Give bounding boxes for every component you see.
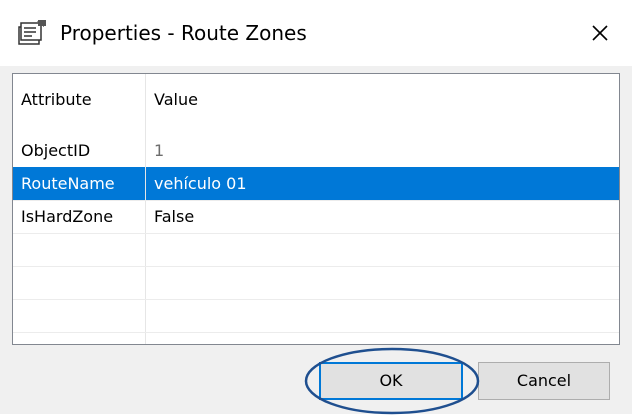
ok-button[interactable]: OK: [319, 362, 463, 400]
value-cell[interactable]: vehículo 01: [146, 167, 619, 200]
empty-row: [13, 299, 619, 333]
column-header-value: Value: [154, 90, 198, 109]
grid-row-objectid[interactable]: ObjectID 1: [13, 134, 619, 168]
grid-row-ishardzone[interactable]: IsHardZone False: [13, 200, 619, 234]
grid-row-routename[interactable]: RouteName vehículo 01: [13, 167, 619, 201]
empty-row: [13, 332, 619, 344]
value-cell: 1: [154, 141, 165, 160]
close-icon[interactable]: [580, 14, 620, 52]
column-header-attribute: Attribute: [21, 90, 92, 109]
attribute-cell: IsHardZone: [21, 207, 114, 226]
attribute-cell: RouteName: [13, 167, 145, 200]
title-bar[interactable]: Properties - Route Zones: [0, 0, 632, 66]
empty-row: [13, 233, 619, 267]
attribute-cell: ObjectID: [21, 141, 91, 160]
properties-icon: [18, 20, 46, 45]
attribute-grid[interactable]: Attribute Value ObjectID 1 RouteName veh…: [12, 73, 620, 345]
dialog-body: Attribute Value ObjectID 1 RouteName veh…: [0, 66, 632, 415]
empty-row: [13, 266, 619, 300]
grid-header: Attribute Value: [13, 74, 619, 122]
value-cell[interactable]: False: [146, 200, 619, 233]
window-title: Properties - Route Zones: [60, 21, 307, 45]
cancel-button[interactable]: Cancel: [478, 362, 610, 400]
